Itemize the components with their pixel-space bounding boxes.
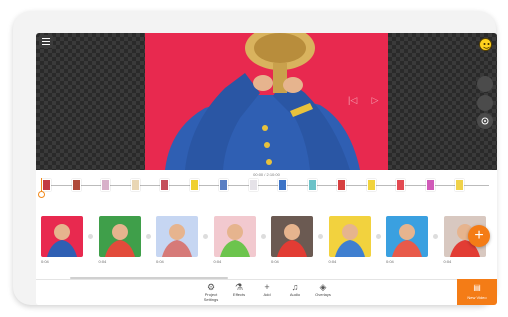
clip-thumbnail[interactable] [328,216,371,257]
clip-duration: 0:04 [443,259,452,264]
timeline-thumb[interactable] [425,179,435,191]
timeline-thumb[interactable] [71,179,81,191]
new-video-label: New Video [467,295,487,300]
toolbar-item[interactable]: + Add [252,282,282,298]
clip-duration: 0:04 [156,259,164,264]
timeline-thumb[interactable] [130,179,140,191]
tablet-frame: |◁ ▷ ▷| 00:00 / 2:10:00 [13,11,497,305]
previous-icon[interactable]: |◁ [348,95,357,106]
toolbar-label: Add [263,292,271,297]
timeline-strip[interactable] [42,179,489,191]
toolbar-label: Audio [289,292,301,297]
video-frame[interactable]: |◁ ▷ ▷| [145,33,388,170]
clip-image [162,224,192,257]
clip-duration: 0:04 [213,259,222,264]
play-icon[interactable]: ▷ [372,95,379,106]
timeline-thumb[interactable] [101,179,110,191]
clip-image [392,224,422,257]
clip-thumbnail[interactable] [386,216,428,257]
timeline-thumb[interactable] [337,179,346,191]
transition-dot[interactable] [318,234,323,239]
film-icon: ▤ [473,283,481,292]
playhead-handle[interactable] [38,191,45,198]
transition-dot[interactable] [203,234,208,239]
clip-thumbnail[interactable] [41,216,83,257]
toolbar-item[interactable]: ◈ Overlays [308,282,338,298]
transition-dot[interactable] [433,234,438,239]
new-video-button[interactable]: ▤ New Video [457,279,497,305]
clip-thumbnail[interactable] [213,216,256,257]
clip-image [219,224,250,257]
timeline-thumb[interactable] [160,179,169,191]
timeline-thumb[interactable] [366,179,376,191]
timeline-thumb[interactable] [42,179,51,191]
side-action-button-1[interactable] [477,76,493,92]
bottom-toolbar: ⚙ Project Settings ⚗ Effects + Add ♫ Audio ◈ Over… [36,279,497,305]
video-preview: |◁ ▷ ▷| [36,33,497,170]
clip-thumbnail[interactable] [98,216,141,257]
clip-duration: 0:04 [41,259,49,264]
clip-duration: 0:04 [328,259,337,264]
clip-image [334,224,365,257]
clip-image [47,224,77,257]
timecode: 00:00 / 2:10:00 [253,172,280,177]
transition-dot[interactable] [145,234,151,239]
clip-image [104,224,135,257]
playback-controls: |◁ ▷ ▷| [348,93,388,107]
clip-thumbnail[interactable] [156,216,198,257]
add-clip-button[interactable]: + [468,225,490,247]
gear-icon[interactable] [477,113,493,129]
clip-duration: 0:04 [98,259,107,264]
side-action-button-2[interactable] [477,95,493,111]
toolbar-item[interactable]: ⚙ Project Settings [196,282,226,302]
transition-dot[interactable] [375,234,381,239]
timeline-thumb[interactable] [455,179,464,191]
timeline-thumb[interactable] [396,179,405,191]
timeline-thumb[interactable] [307,179,317,191]
clip-thumbnail[interactable] [271,216,313,257]
clip-duration: 0:04 [271,259,279,264]
toolbar-label: Project Settings [203,292,219,302]
transition-dot[interactable] [260,234,266,239]
timeline-thumb[interactable] [278,179,287,191]
app-screen: |◁ ▷ ▷| 00:00 / 2:10:00 [36,33,497,305]
toolbar-item[interactable]: ⚗ Effects [224,282,254,298]
transition-dot[interactable] [88,234,93,239]
clip-duration: 0:04 [386,259,394,264]
timeline-thumb[interactable] [219,179,228,191]
clip-image [277,224,307,257]
toolbar-label: Overlays [315,292,331,297]
toolbar-label: Effects [232,292,246,297]
timeline-thumb[interactable] [248,179,258,191]
smiley-icon [483,43,490,49]
menu-button[interactable] [39,35,53,48]
timeline-thumb[interactable] [189,179,199,191]
toolbar-item[interactable]: ♫ Audio [280,282,310,298]
emoji-icon[interactable] [479,38,492,51]
clip-list: 0:04 0:04 0:04 0:04 0:04 0:04 0:04 0:04 [36,216,497,268]
